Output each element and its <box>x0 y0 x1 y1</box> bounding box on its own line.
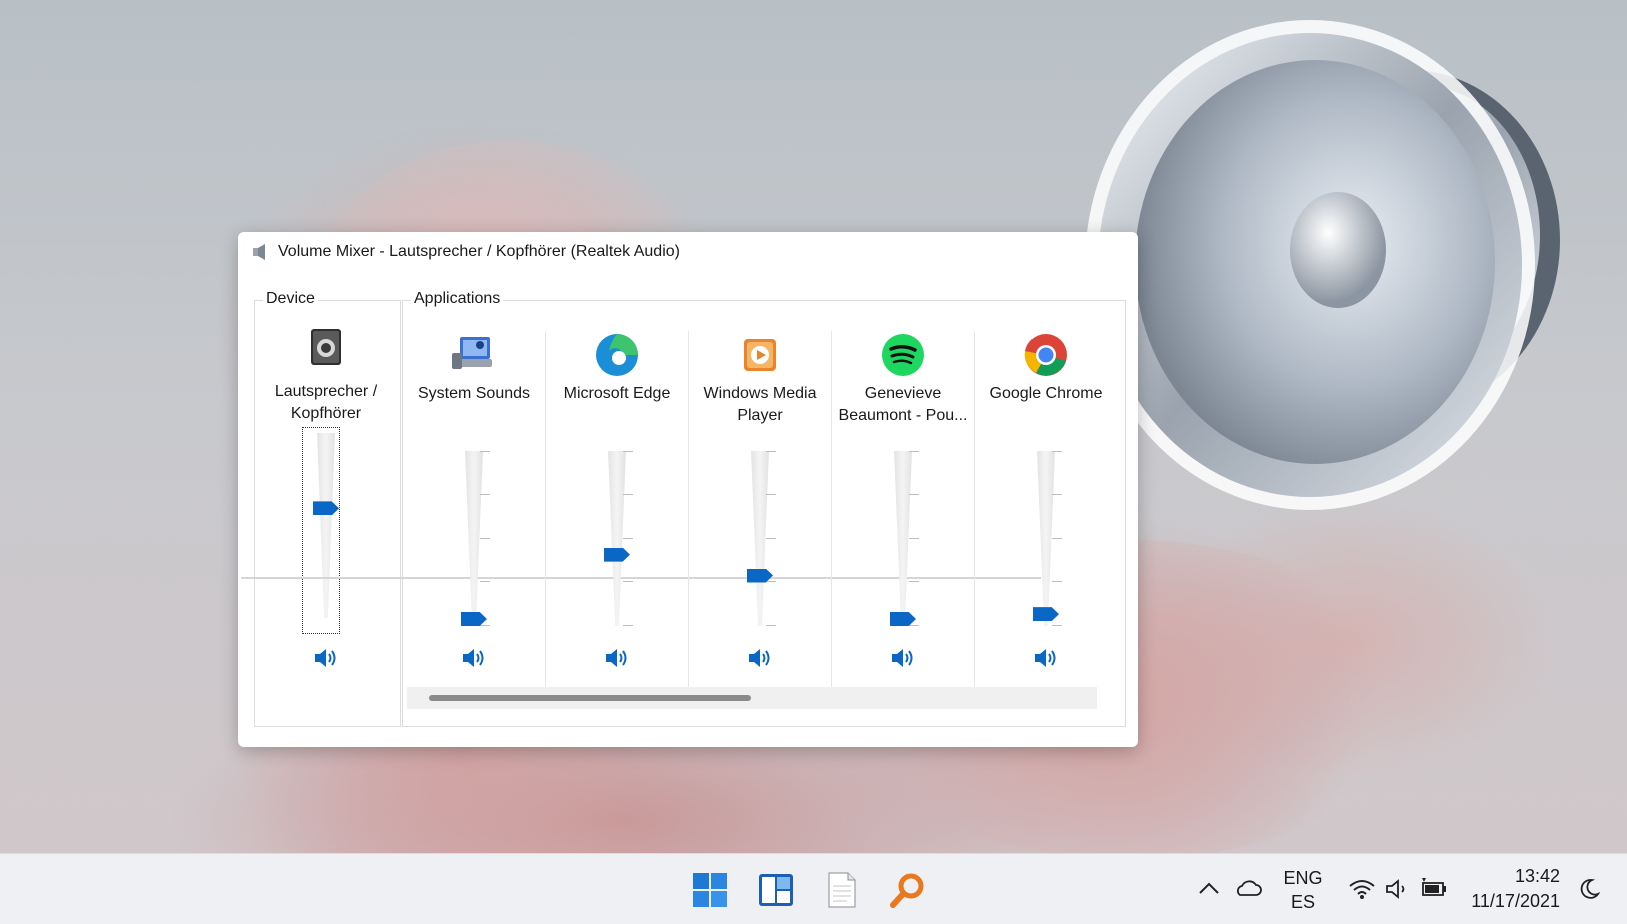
channel-google-chrome: Google Chrome <box>975 301 1117 691</box>
device-group: Device Lautsprecher / Kopfhörer <box>254 290 401 727</box>
clock-time: 13:42 <box>1514 866 1560 886</box>
channel-microsoft-edge: Microsoft Edge <box>546 301 688 691</box>
notepad-icon <box>828 872 856 908</box>
channel-label: Google Chrome <box>989 385 1103 402</box>
start-icon <box>693 873 727 907</box>
taskbar: ENG ES 13:42 11/17/2021 <box>0 853 1627 924</box>
volume-button[interactable] <box>1384 878 1412 905</box>
edge-icon <box>596 334 638 376</box>
scrollbar-thumb[interactable] <box>429 695 751 701</box>
channel-windows-media-player: Windows Media Player <box>689 301 831 691</box>
applications-group: Applications System Sounds Microsoft Edg… <box>241 290 1126 727</box>
battery-button[interactable] <box>1420 878 1450 905</box>
language-line1: ENG <box>1283 868 1323 888</box>
slider-ticks <box>1052 451 1062 626</box>
moon-icon <box>1580 879 1601 899</box>
onedrive-button[interactable] <box>1234 878 1262 903</box>
system-sounds-icon <box>452 337 492 369</box>
media-player-icon <box>744 339 776 371</box>
chrome-icon <box>1024 334 1067 376</box>
channel-label: System Sounds <box>417 385 531 402</box>
volume-mixer-window: Volume Mixer - Lautsprecher / Kopfhörer … <box>238 232 1138 747</box>
window-title: Volume Mixer - Lautsprecher / Kopfhörer … <box>278 243 680 260</box>
mute-button-icon[interactable] <box>603 646 631 670</box>
start-button[interactable] <box>690 870 730 910</box>
notepad-button[interactable] <box>822 870 862 910</box>
network-button[interactable] <box>1348 878 1376 905</box>
widgets-icon <box>759 874 793 906</box>
wifi-icon <box>1349 880 1375 899</box>
search-app-icon <box>890 873 924 908</box>
cloud-icon <box>1237 880 1262 896</box>
taskbar-apps <box>690 870 928 910</box>
channel-system-sounds: System Sounds <box>403 301 545 691</box>
chevron-up-icon <box>1199 882 1219 894</box>
device-channel: Lautsprecher / Kopfhörer <box>255 301 397 691</box>
widgets-button[interactable] <box>756 870 796 910</box>
mute-button-icon[interactable] <box>1032 646 1060 670</box>
slider-ticks <box>766 451 776 626</box>
device-speaker-icon <box>311 329 341 365</box>
horizontal-scrollbar[interactable] <box>407 687 1097 709</box>
mute-button-icon[interactable] <box>312 646 340 670</box>
device-channel-label: Lautsprecher / Kopfhörer <box>274 383 378 422</box>
channel-label: Windows Media Player <box>703 385 817 424</box>
clock[interactable]: 13:42 11/17/2021 <box>1460 864 1560 914</box>
mute-button-icon[interactable] <box>746 646 774 670</box>
channel-label: Genevieve Beaumont - Pou... <box>838 385 968 424</box>
volume-icon <box>1386 879 1405 899</box>
speaker-icon <box>253 244 265 260</box>
title-bar[interactable]: Volume Mixer - Lautsprecher / Kopfhörer … <box>238 232 1138 272</box>
spotify-icon <box>882 334 924 376</box>
slider-ticks <box>623 451 633 626</box>
language-line2: ES <box>1290 892 1315 912</box>
input-language-button[interactable]: ENG ES <box>1282 866 1324 914</box>
slider-ticks <box>909 451 919 626</box>
battery-charging-icon <box>1422 878 1446 896</box>
notifications-button[interactable] <box>1578 878 1601 905</box>
channel-spotify: Genevieve Beaumont - Pou... <box>832 301 974 691</box>
slider-ticks <box>480 451 490 626</box>
mute-button-icon[interactable] <box>889 646 917 670</box>
clock-date: 11/17/2021 <box>1471 891 1560 911</box>
show-hidden-icons-button[interactable] <box>1198 880 1220 901</box>
speaker-artwork-icon <box>1085 20 1560 510</box>
mute-button-icon[interactable] <box>460 646 488 670</box>
channel-label: Microsoft Edge <box>563 385 671 402</box>
search-app-button[interactable] <box>888 870 928 910</box>
